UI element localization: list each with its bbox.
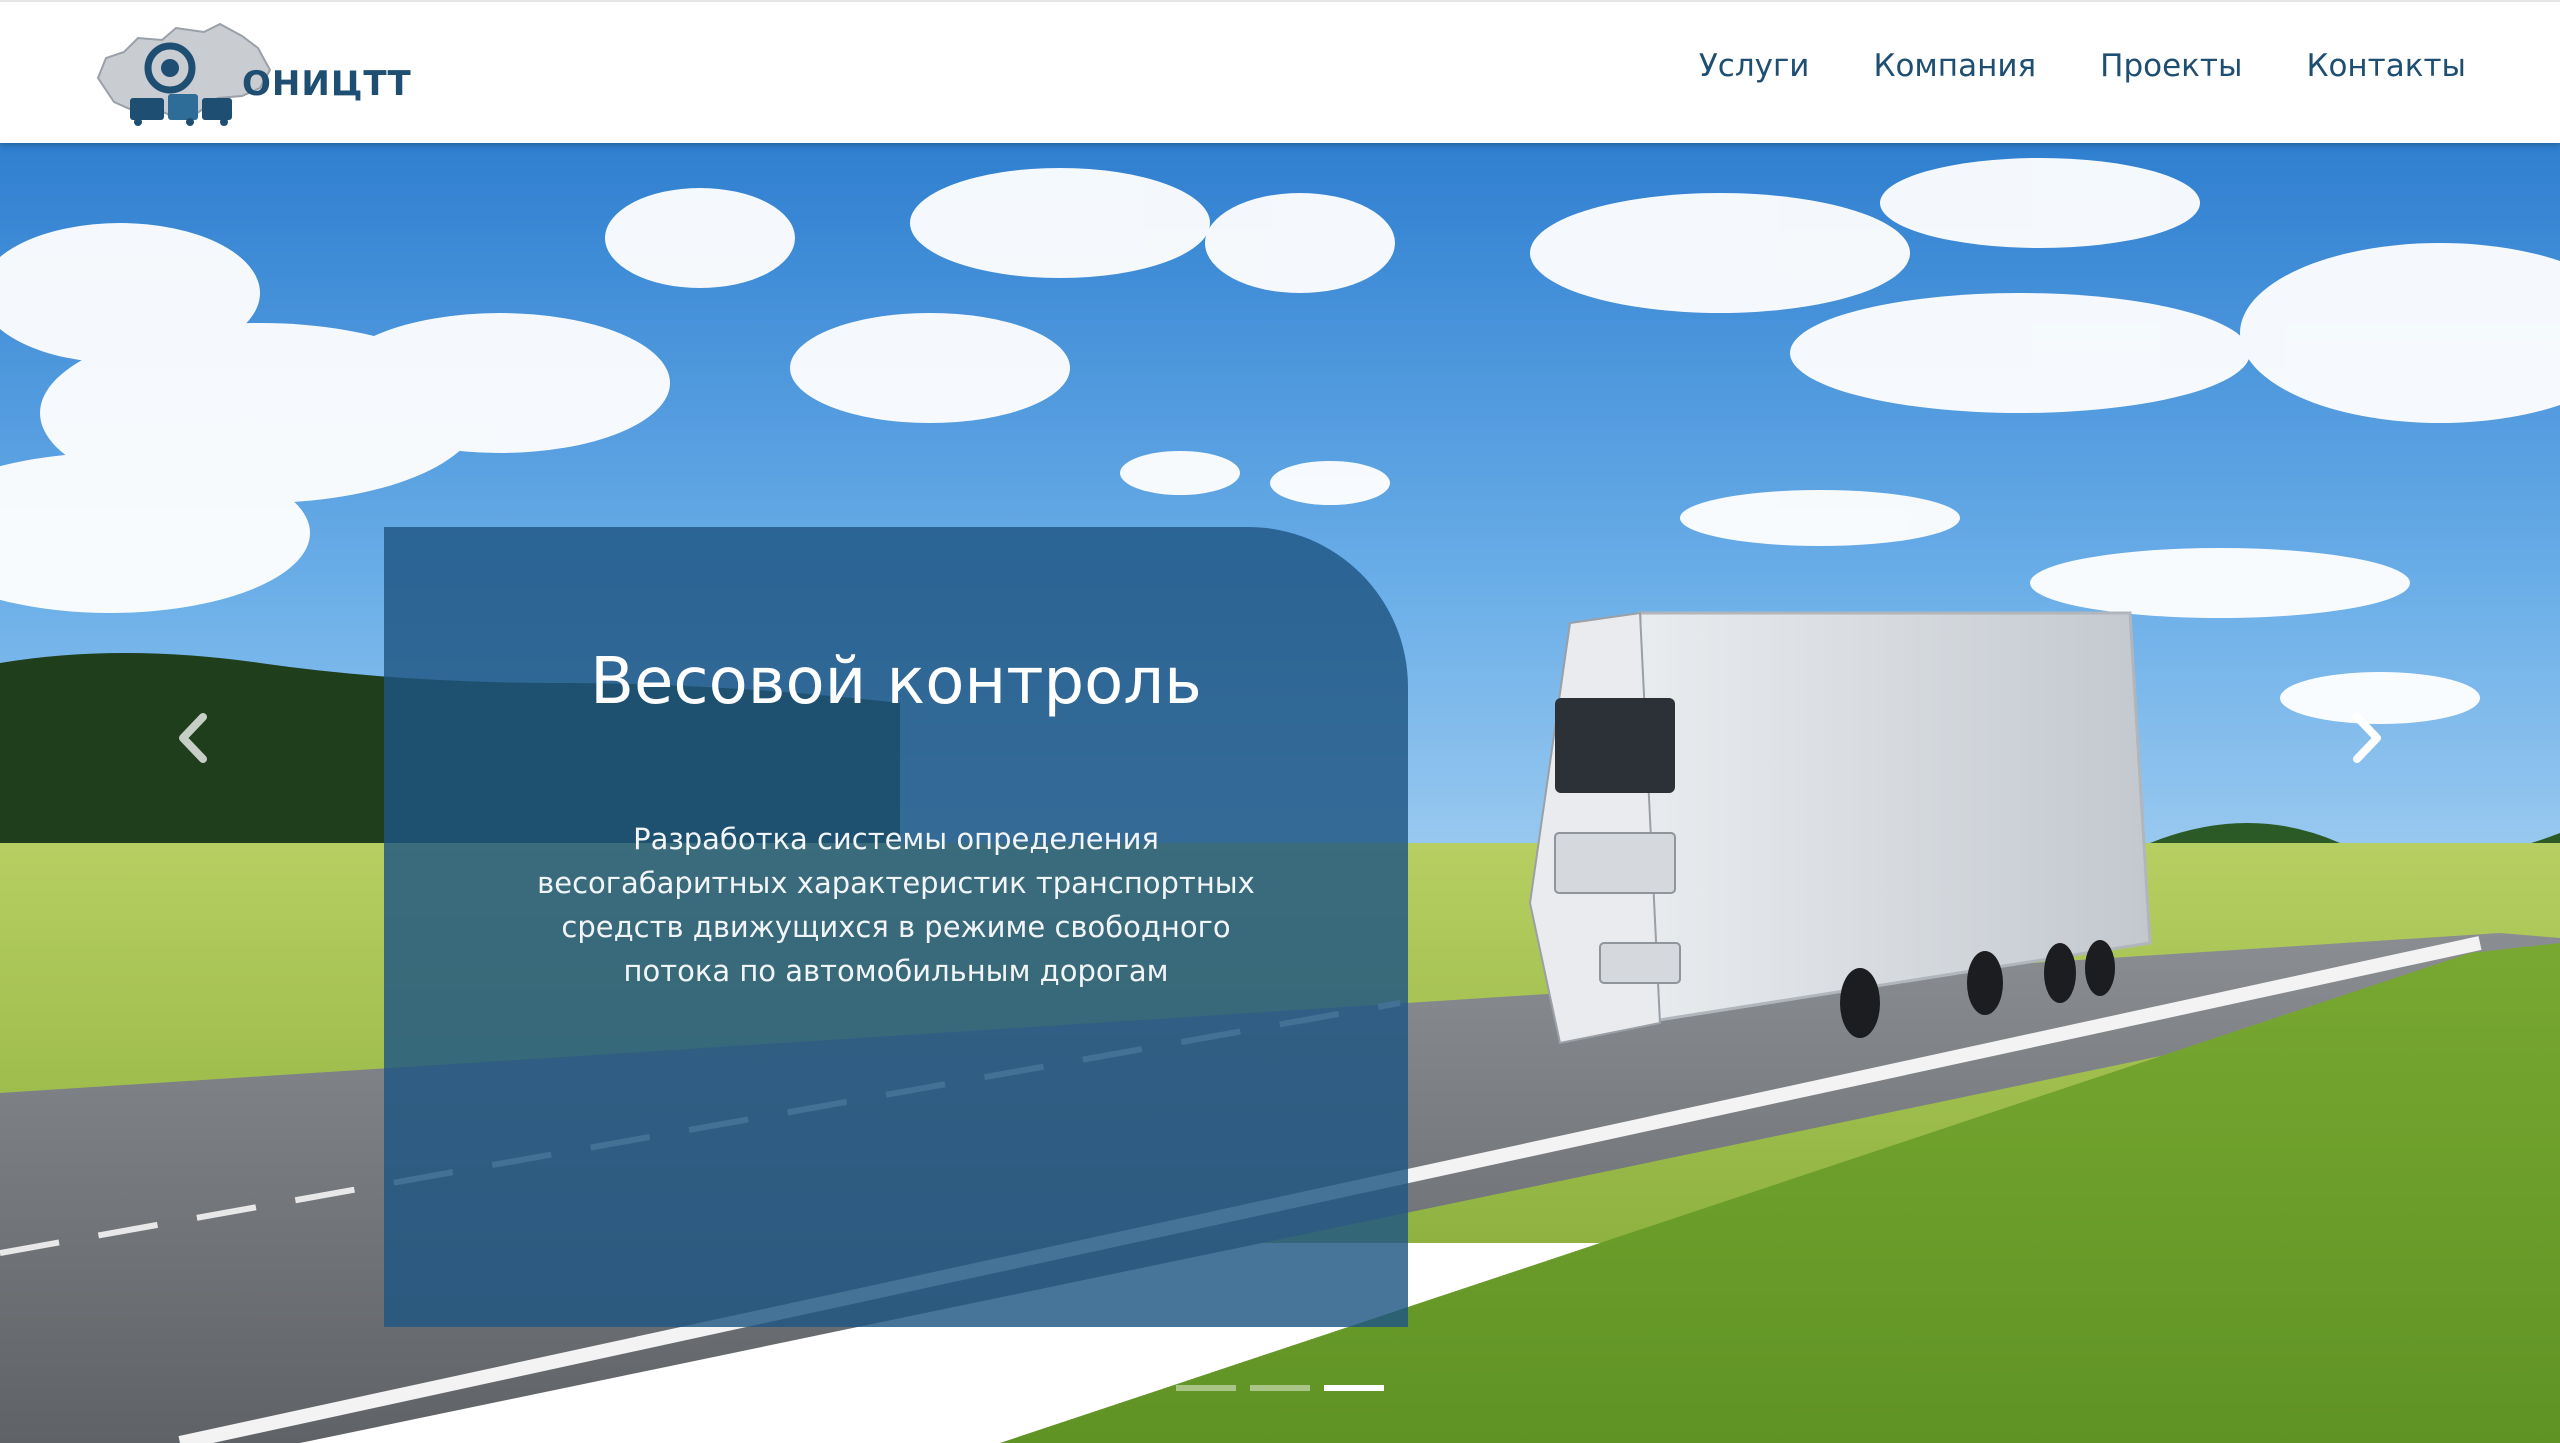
chevron-right-icon xyxy=(2353,713,2381,763)
carousel-indicator-1[interactable] xyxy=(1176,1385,1236,1391)
hero-carousel: Весовой контроль Разработка системы опре… xyxy=(0,143,2560,1443)
slide-description: Разработка системы определения весогабар… xyxy=(537,822,1255,988)
carousel-indicator-2[interactable] xyxy=(1250,1385,1310,1391)
nav-item-company[interactable]: Компания xyxy=(1873,48,2036,84)
carousel-indicators xyxy=(1176,1385,1384,1391)
nav-item-services[interactable]: Услуги xyxy=(1699,48,1810,84)
logo-text: ОНИЦТТ xyxy=(242,64,412,104)
nav-item-contacts[interactable]: Контакты xyxy=(2306,48,2466,84)
main-nav: Услуги Компания Проекты Контакты xyxy=(1699,48,2466,84)
carousel-prev-button[interactable] xyxy=(162,698,222,778)
nav-item-projects[interactable]: Проекты xyxy=(2100,48,2242,84)
carousel-next-button[interactable] xyxy=(2338,698,2398,778)
site-header: ОНИЦТТ Услуги Компания Проекты Контакты xyxy=(0,0,2560,143)
chevron-left-icon xyxy=(179,713,207,763)
logo-link[interactable]: ОНИЦТТ xyxy=(92,18,411,130)
carousel-indicator-3[interactable] xyxy=(1324,1385,1384,1391)
slide-title: Весовой контроль xyxy=(590,645,1202,719)
slide-caption-card: Весовой контроль Разработка системы опре… xyxy=(384,527,1408,1327)
